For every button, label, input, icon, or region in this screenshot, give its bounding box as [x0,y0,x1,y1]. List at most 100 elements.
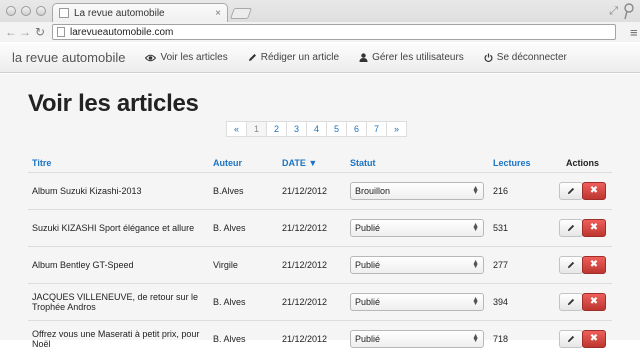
cell-lectures: 216 [489,171,553,209]
app-navbar: la revue automobile Voir les articles Ré… [0,43,640,73]
delete-button[interactable]: ✖ [582,218,606,237]
pagination-page[interactable]: 4 [306,121,327,137]
browser-tab[interactable]: La revue automobile × [52,3,228,22]
pagination-page[interactable]: 7 [366,121,387,137]
profile-icon[interactable] [622,2,636,20]
back-button[interactable]: ← [4,25,18,39]
minimize-window-button[interactable] [21,6,31,16]
select-arrows-icon: ▲ ▼ [472,221,479,233]
cell-auteur: Virgile [209,245,278,283]
address-bar-row: ← → ↻ larevueautomobile.com ≡ [0,22,640,42]
select-arrows-icon: ▲ ▼ [472,258,479,270]
pencil-icon [248,54,256,61]
table-row: Album Suzuki Kizashi-2013 B.Alves 21/12/… [28,171,612,209]
table-row: JACQUES VILLENEUVE, de retour sur le Tro… [28,282,612,320]
cell-date: 21/12/2012 [278,245,346,283]
browser-chrome: La revue automobile × ⤢ ← → ↻ larevueaut… [0,0,640,42]
edit-button[interactable] [559,329,583,348]
edit-button[interactable] [559,218,583,237]
col-header-statut[interactable]: Statut [346,154,489,173]
status-select-value: Publié [355,296,381,307]
cell-actions: ✖ [553,245,612,283]
delete-button[interactable]: ✖ [582,329,606,348]
cell-statut: Publié ▲ ▼ [346,282,489,320]
col-header-date[interactable]: DATE ▼ [278,154,346,173]
pagination-next[interactable]: » [386,121,407,137]
status-select[interactable]: Publié ▲ ▼ [350,218,484,237]
col-header-actions: Actions [553,154,612,173]
delete-button[interactable]: ✖ [582,292,606,311]
cell-actions: ✖ [553,171,612,209]
status-select[interactable]: Brouillon ▲ ▼ [350,181,484,200]
cell-titre: Suzuki KIZASHI Sport élégance et allure [28,208,209,246]
edit-button[interactable] [559,255,583,274]
cell-statut: Publié ▲ ▼ [346,245,489,283]
pagination: « 1 2 3 4 5 6 7 » [226,121,407,137]
window-controls [6,6,46,16]
tab-close-icon[interactable]: × [215,8,221,19]
close-icon: ✖ [589,333,599,345]
brand-link[interactable]: la revue automobile [12,50,125,65]
fullscreen-icon[interactable]: ⤢ [609,5,618,18]
pagination-page[interactable]: 6 [346,121,367,137]
page-favicon-icon [59,8,69,18]
tab-title: La revue automobile [74,7,165,19]
cell-titre: Album Suzuki Kizashi-2013 [28,171,209,209]
status-select-value: Publié [355,259,381,270]
pagination-page[interactable]: 5 [326,121,347,137]
pencil-icon [567,224,575,231]
cell-actions: ✖ [553,319,612,357]
pagination-prev[interactable]: « [226,121,247,137]
page-title: Voir les articles [28,90,199,117]
nav-gerer-utilisateurs[interactable]: Gérer les utilisateurs [359,52,464,63]
cell-actions: ✖ [553,282,612,320]
col-header-auteur[interactable]: Auteur [209,154,278,173]
nav-se-deconnecter[interactable]: Se déconnecter [484,52,567,63]
nav-rediger-article[interactable]: Rédiger un article [248,52,339,63]
address-bar[interactable]: larevueautomobile.com [52,24,616,40]
table-header-row: Titre Auteur DATE ▼ Statut Lectures Acti… [28,154,612,173]
status-select[interactable]: Publié ▲ ▼ [350,292,484,311]
cell-date: 21/12/2012 [278,171,346,209]
cell-actions: ✖ [553,208,612,246]
reload-button[interactable]: ↻ [32,25,48,39]
close-window-button[interactable] [6,6,16,16]
close-icon: ✖ [589,259,599,270]
close-icon: ✖ [589,185,599,196]
edit-button[interactable] [559,292,583,311]
status-select-value: Brouillon [355,185,391,196]
browser-menu-icon[interactable]: ≡ [630,25,638,40]
forward-button[interactable]: → [18,25,32,39]
nav-voir-articles[interactable]: Voir les articles [145,52,228,63]
pagination-page[interactable]: 2 [266,121,287,137]
cell-auteur: B. Alves [209,208,278,246]
nav-label: Voir les articles [160,52,228,63]
eye-icon [145,54,157,61]
edit-button[interactable] [559,181,583,200]
zoom-window-button[interactable] [36,6,46,16]
status-select[interactable]: Publié ▲ ▼ [350,255,484,274]
new-tab-button[interactable] [229,8,253,19]
delete-button[interactable]: ✖ [582,255,606,274]
cell-statut: Publié ▲ ▼ [346,319,489,357]
status-select-value: Publié [355,222,381,233]
pencil-icon [567,187,575,194]
status-select[interactable]: Publié ▲ ▼ [350,329,484,348]
close-icon: ✖ [589,296,599,307]
cell-lectures: 718 [489,319,553,357]
cell-date: 21/12/2012 [278,319,346,357]
cell-auteur: B. Alves [209,319,278,357]
nav-label: Rédiger un article [260,52,340,63]
delete-button[interactable]: ✖ [582,181,606,200]
cell-lectures: 394 [489,282,553,320]
cell-titre: Offrez vous une Maserati à petit prix, p… [28,319,209,357]
cell-lectures: 531 [489,208,553,246]
main-content: Voir les articles « 1 2 3 4 5 6 7 » Titr… [0,74,640,357]
pagination-page[interactable]: 1 [246,121,267,137]
col-header-titre[interactable]: Titre [28,154,209,173]
pagination-page[interactable]: 3 [286,121,307,137]
cell-titre: Album Bentley GT-Speed [28,245,209,283]
pencil-icon [567,261,575,268]
col-header-lectures[interactable]: Lectures [489,154,553,173]
select-arrows-icon: ▲ ▼ [472,295,479,307]
